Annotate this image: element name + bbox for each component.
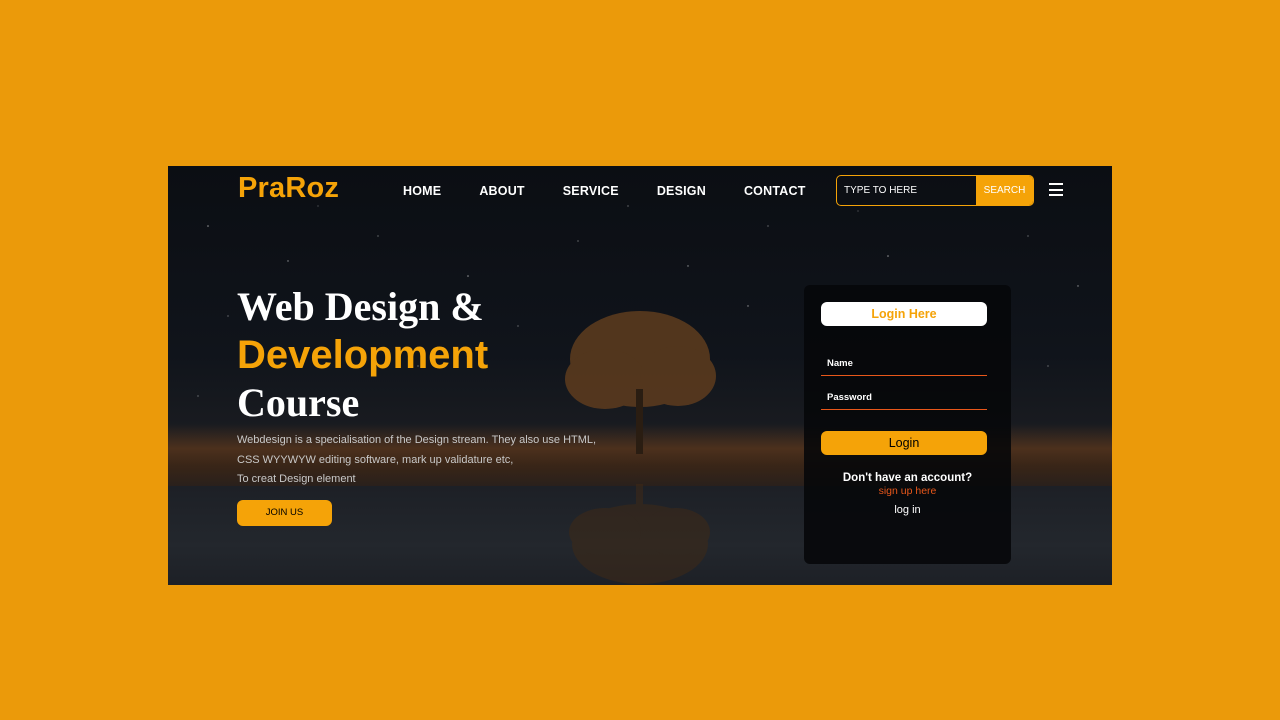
nav-home[interactable]: HOME xyxy=(403,184,441,198)
main-nav: HOME ABOUT SERVICE DESIGN CONTACT xyxy=(403,184,844,198)
join-us-button[interactable]: JOIN US xyxy=(237,499,332,526)
hero-content: Web Design & Development Course Webdesig… xyxy=(237,283,596,526)
hero-desc-line3: To creat Design element xyxy=(237,473,356,485)
search-input[interactable] xyxy=(837,176,976,205)
name-field[interactable]: Name xyxy=(821,352,987,376)
hero-title-line1: Web Design & xyxy=(237,284,484,329)
hero-description: Webdesign is a specialisation of the Des… xyxy=(237,431,596,490)
brand-logo[interactable]: PraRoz xyxy=(238,172,339,205)
log-in-link[interactable]: log in xyxy=(804,504,1011,516)
hero-desc-line1: Webdesign is a specialisation of the Des… xyxy=(237,434,597,446)
nav-about[interactable]: ABOUT xyxy=(479,184,524,198)
hero-title-line2: Development xyxy=(237,333,489,377)
login-panel: Login Here Name Password Login Don't hav… xyxy=(804,285,1011,564)
hero-frame: PraRoz HOME ABOUT SERVICE DESIGN CONTACT… xyxy=(168,166,1112,585)
no-account-text: Don't have an account? xyxy=(842,472,973,484)
search-button[interactable]: SEARCH xyxy=(976,176,1033,205)
hero-desc-line2: CSS WYYWYW editing software, mark up val… xyxy=(237,453,514,466)
search-bar: SEARCH xyxy=(836,175,1034,206)
sign-up-link[interactable]: sign up here xyxy=(804,485,1011,497)
nav-design[interactable]: DESIGN xyxy=(657,184,706,198)
nav-contact[interactable]: CONTACT xyxy=(744,184,806,198)
login-title: Login Here xyxy=(821,302,987,326)
hamburger-menu-icon[interactable] xyxy=(1049,183,1063,196)
login-button[interactable]: Login xyxy=(821,431,987,455)
password-field[interactable]: Password xyxy=(821,386,987,410)
hero-title-line3: Course xyxy=(237,380,360,425)
nav-service[interactable]: SERVICE xyxy=(563,184,619,198)
